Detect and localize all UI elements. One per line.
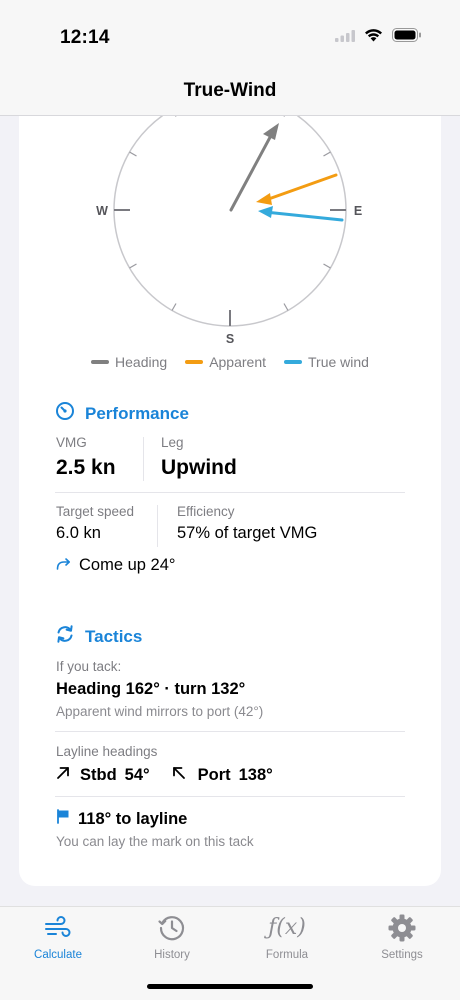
true-wind-arrow	[263, 210, 344, 222]
vmg-label: VMG	[56, 435, 87, 450]
vmg-value: 2.5 kn	[56, 456, 116, 479]
stbd-value: 54°	[124, 766, 150, 784]
legend-heading: Heading	[91, 354, 167, 370]
trim-advice: Come up 24°	[56, 556, 176, 575]
arrow-up-left-icon	[172, 766, 186, 785]
divider	[55, 731, 405, 732]
target-speed-label: Target speed	[56, 504, 135, 519]
page-title: True-Wind	[183, 80, 277, 101]
clock-history-icon	[127, 913, 217, 943]
tab-calculate-label: Calculate	[34, 949, 82, 961]
layline-status: 118° to layline	[56, 809, 187, 829]
layline-headings: Stbd 54° Port 138°	[56, 766, 273, 785]
legend-apparent: Apparent	[185, 354, 266, 370]
performance-title: Performance	[85, 403, 189, 423]
battery-icon	[392, 28, 422, 47]
wifi-icon	[364, 28, 383, 47]
efficiency-value: 57% of target VMG	[177, 524, 318, 542]
apparent-wind-arrow	[261, 173, 338, 203]
tack-cycle-icon	[55, 624, 75, 649]
compass-legend: Heading Apparent True wind	[0, 354, 460, 370]
legend-true-wind: True wind	[284, 354, 369, 370]
efficiency-label: Efficiency	[177, 504, 235, 519]
arrow-turn-right-icon	[56, 557, 71, 575]
compass-east-label: E	[354, 204, 362, 218]
legend-heading-label: Heading	[115, 354, 168, 370]
tab-history-label: History	[154, 949, 190, 961]
leg-label: Leg	[161, 435, 184, 450]
tab-settings[interactable]: Settings	[357, 913, 447, 961]
wind-icon	[13, 913, 103, 943]
tactics-header: Tactics	[55, 624, 142, 649]
gear-icon	[357, 913, 447, 943]
compass-south-label: S	[226, 332, 234, 346]
legend-true-wind-label: True wind	[308, 354, 369, 370]
layline-headings-label: Layline headings	[56, 744, 158, 759]
legend-apparent-label: Apparent	[209, 354, 267, 370]
apparent-wind-arrowhead	[256, 193, 272, 205]
flag-icon	[56, 809, 70, 829]
metric-divider	[157, 505, 158, 547]
port-value: 138°	[238, 766, 273, 784]
trim-advice-text: Come up 24°	[79, 556, 176, 574]
tab-calculate[interactable]: Calculate	[13, 913, 103, 961]
legend-heading-swatch	[91, 360, 110, 364]
function-icon: ƒ(x)	[268, 915, 306, 940]
gauge-icon	[55, 401, 75, 426]
tab-history[interactable]: History	[127, 913, 217, 961]
status-icons	[335, 28, 422, 47]
heading-arrowhead	[263, 123, 279, 140]
status-time: 12:14	[60, 27, 110, 48]
performance-header: Performance	[55, 401, 189, 426]
navigation-bar: True-Wind	[0, 70, 460, 116]
status-bar: 12:14	[0, 0, 460, 70]
home-indicator[interactable]	[147, 984, 313, 989]
compass-rose: W E S	[96, 116, 362, 346]
legend-true-wind-swatch	[284, 360, 303, 364]
legend-apparent-swatch	[185, 360, 204, 364]
tack-value: Heading 162° · turn 132°	[56, 680, 246, 698]
cellular-signal-icon	[335, 29, 355, 47]
tab-formula-label: Formula	[265, 949, 309, 961]
tab-settings-label: Settings	[381, 949, 423, 961]
layline-note: You can lay the mark on this tack	[56, 834, 254, 849]
stbd-label: Stbd	[80, 766, 117, 784]
leg-value: Upwind	[161, 456, 237, 479]
arrow-up-right-icon	[56, 766, 70, 785]
scroll-content[interactable]: W E S Heading Apparent True wind Perform…	[0, 116, 460, 906]
port-label: Port	[197, 766, 231, 784]
divider	[55, 492, 405, 493]
target-speed-value: 6.0 kn	[56, 524, 101, 542]
layline-value: 118° to layline	[78, 809, 188, 828]
tab-formula[interactable]: ƒ(x) Formula	[242, 913, 332, 961]
tack-label: If you tack:	[56, 659, 122, 674]
tactics-title: Tactics	[85, 626, 143, 646]
tack-note: Apparent wind mirrors to port (42°)	[56, 704, 264, 719]
metric-divider	[143, 437, 144, 481]
divider	[55, 796, 405, 797]
compass-west-label: W	[96, 204, 108, 218]
true-wind-arrowhead	[258, 206, 273, 218]
